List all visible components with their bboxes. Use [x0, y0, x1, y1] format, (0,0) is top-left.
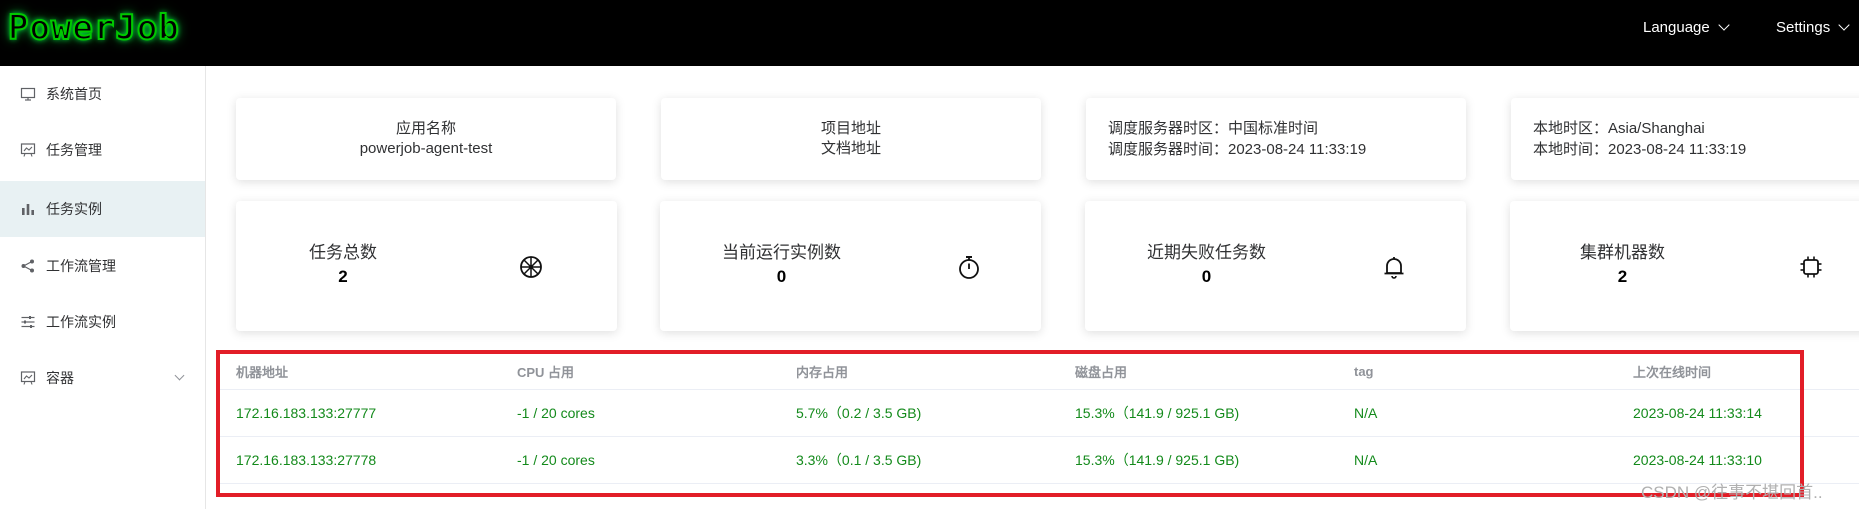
powerjob-logo[interactable]: PowerJob [7, 7, 180, 49]
docs-link[interactable]: 文档地址 [821, 139, 881, 159]
sidebar-item-label: 任务管理 [46, 142, 102, 158]
highlight-frame [216, 350, 1804, 497]
container-icon [20, 370, 36, 386]
sidebar-item-label: 容器 [46, 370, 74, 386]
stat-card-failed-jobs: 近期失败任务数 0 [1085, 201, 1466, 331]
monitor-icon [20, 86, 36, 102]
project-link[interactable]: 项目地址 [821, 119, 881, 139]
server-timezone: 调度服务器时区：中国标准时间 [1108, 120, 1319, 137]
watermark: CSDN @往事不堪回首.. [1641, 483, 1823, 502]
local-time-card: 本地时区：Asia/Shanghai 本地时间：2023-08-24 11:33… [1511, 98, 1859, 180]
sidebar-item-label: 工作流管理 [46, 258, 116, 274]
wheel-icon [518, 254, 544, 280]
chevron-down-icon [174, 370, 185, 381]
app-info-card: 应用名称 powerjob-agent-test [236, 98, 616, 180]
links-card: 项目地址 文档地址 [661, 98, 1041, 180]
chip-icon [1798, 254, 1824, 280]
stat-card-running-instances: 当前运行实例数 0 [660, 201, 1041, 331]
stopwatch-icon [956, 254, 982, 280]
stat-value: 0 [776, 267, 787, 286]
sidebar-item-label: 工作流实例 [46, 314, 116, 330]
share-icon [20, 258, 36, 274]
settings-label: Settings [1776, 19, 1831, 36]
sidebar-item-job-instances[interactable]: 任务实例 [0, 181, 205, 237]
server-time: 调度服务器时间：2023-08-24 11:33:19 [1108, 141, 1367, 158]
chevron-down-icon [1718, 19, 1730, 31]
stat-value: 2 [1617, 267, 1628, 286]
language-label: Language [1643, 19, 1710, 36]
language-menu[interactable]: Language [1643, 19, 1730, 36]
stat-title: 集群机器数 [1580, 243, 1665, 262]
chevron-down-icon [1838, 19, 1850, 31]
sidebar-item-home[interactable]: 系统首页 [0, 66, 205, 122]
sidebar-item-job-manage[interactable]: 任务管理 [0, 122, 205, 178]
sidebar-item-workflow-manage[interactable]: 工作流管理 [0, 238, 205, 294]
server-time-card: 调度服务器时区：中国标准时间 调度服务器时间：2023-08-24 11:33:… [1086, 98, 1466, 180]
task-board-icon [20, 142, 36, 158]
sidebar-item-label: 系统首页 [46, 86, 102, 102]
stat-title: 任务总数 [309, 243, 377, 262]
bell-icon [1381, 254, 1407, 280]
local-time: 本地时间：2023-08-24 11:33:19 [1533, 141, 1747, 158]
sidebar: 系统首页 任务管理 任务实例 工作流管理 工作流实例 容器 [0, 66, 206, 509]
sliders-icon [20, 314, 36, 330]
stat-value: 0 [1201, 267, 1212, 286]
local-timezone: 本地时区：Asia/Shanghai [1533, 120, 1705, 137]
sidebar-item-container[interactable]: 容器 [0, 350, 205, 406]
stat-value: 2 [338, 267, 348, 286]
settings-menu[interactable]: Settings [1776, 19, 1850, 36]
stat-title: 当前运行实例数 [722, 243, 841, 262]
sidebar-item-workflow-instances[interactable]: 工作流实例 [0, 294, 205, 350]
stat-card-cluster-machines: 集群机器数 2 [1510, 201, 1859, 331]
stat-card-total-jobs: 任务总数 2 [236, 201, 617, 331]
sidebar-item-label: 任务实例 [46, 201, 102, 217]
app-name-value: powerjob-agent-test [359, 140, 493, 157]
top-header: PowerJob Language Settings [0, 0, 1859, 66]
stat-title: 近期失败任务数 [1147, 243, 1266, 262]
app-name-label: 应用名称 [395, 120, 456, 137]
bar-chart-icon [20, 201, 36, 217]
